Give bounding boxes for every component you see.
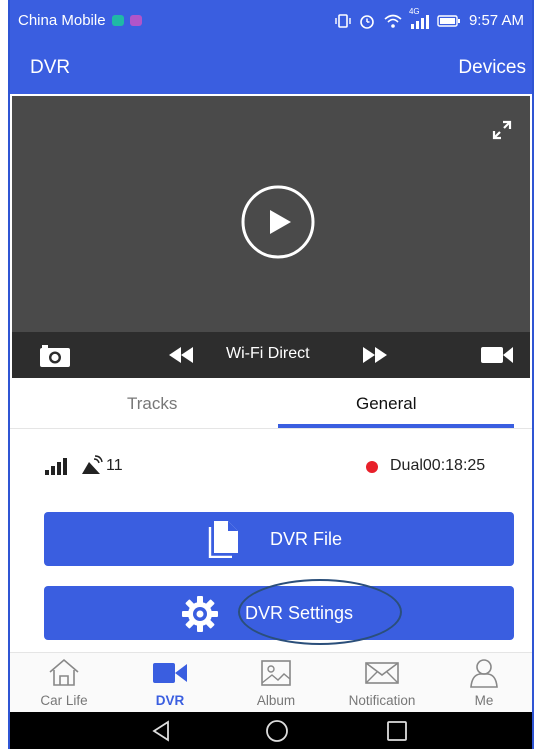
nav-me[interactable]: Me: [434, 653, 532, 713]
nav-car-life[interactable]: Car Life: [14, 653, 114, 713]
home-icon: [49, 658, 79, 686]
app-frame: China Mobile 4G 9:57 AM DVR Devices Wi-F…: [8, 0, 534, 749]
devices-button[interactable]: Devices: [458, 57, 526, 79]
system-navigation-bar: [10, 712, 532, 749]
fullscreen-icon[interactable]: [488, 116, 516, 144]
signal-strength-icon: 4G: [409, 7, 429, 29]
satellite-icon: [82, 455, 103, 474]
tab-general[interactable]: General: [356, 394, 416, 414]
recent-apps-icon[interactable]: [386, 720, 408, 742]
page-title: DVR: [30, 57, 71, 78]
dvr-settings-button[interactable]: DVR Settings: [44, 586, 514, 640]
tab-tracks[interactable]: Tracks: [127, 394, 177, 414]
rewind-icon[interactable]: [168, 346, 194, 364]
video-camera-icon: [153, 663, 187, 683]
nav-label: Album: [256, 693, 296, 708]
network-type: 4G: [408, 6, 420, 16]
carrier-name: China Mobile: [18, 12, 106, 29]
camera-icon[interactable]: [38, 343, 72, 369]
app-bar: DVR Devices: [10, 42, 532, 94]
nav-dvr[interactable]: DVR: [120, 653, 220, 713]
nav-album[interactable]: Album: [226, 653, 326, 713]
back-icon[interactable]: [150, 720, 172, 742]
heart-app-icon: [111, 15, 124, 26]
fast-forward-icon[interactable]: [362, 346, 388, 364]
video-player[interactable]: Wi-Fi Direct: [12, 96, 530, 378]
bottom-navigation: Car Life DVR Album Notification Me: [10, 652, 532, 713]
clock: 9:57 AM: [468, 12, 524, 29]
envelope-icon: [365, 662, 399, 684]
play-icon[interactable]: [240, 184, 316, 260]
nav-notification[interactable]: Notification: [332, 653, 432, 713]
nav-label: DVR: [155, 693, 185, 708]
tab-active-indicator: [278, 424, 514, 428]
recording-status: Dual00:18:25: [390, 457, 486, 474]
gear-icon: [182, 596, 218, 632]
battery-icon: [437, 14, 460, 27]
nav-label: Notification: [348, 693, 416, 708]
recording-indicator-dot: [366, 461, 378, 473]
connection-mode-label: Wi-Fi Direct: [226, 345, 310, 362]
video-control-bar: Wi-Fi Direct: [12, 332, 530, 378]
nav-label: Me: [474, 693, 494, 708]
wifi-icon: [384, 14, 402, 28]
satellite-count: 11: [106, 457, 123, 474]
file-icon: [208, 521, 238, 558]
signal-bars-icon: [45, 458, 67, 475]
dvr-file-label: DVR File: [270, 529, 343, 549]
tab-bar: Tracks General: [10, 380, 532, 429]
home-button-icon[interactable]: [265, 719, 289, 743]
image-icon: [261, 660, 291, 686]
video-record-icon[interactable]: [480, 345, 514, 365]
dvr-file-button[interactable]: DVR File: [44, 512, 514, 566]
nav-label: Car Life: [40, 693, 88, 708]
dvr-settings-label: DVR Settings: [245, 603, 354, 623]
alarm-icon: [360, 14, 374, 29]
dvr-status-row: 11 Dual00:18:25: [10, 455, 532, 479]
gallery-app-icon: [129, 15, 142, 26]
person-icon: [470, 659, 498, 688]
status-bar: China Mobile 4G 9:57 AM: [10, 0, 532, 42]
vibrate-icon: [335, 13, 351, 28]
